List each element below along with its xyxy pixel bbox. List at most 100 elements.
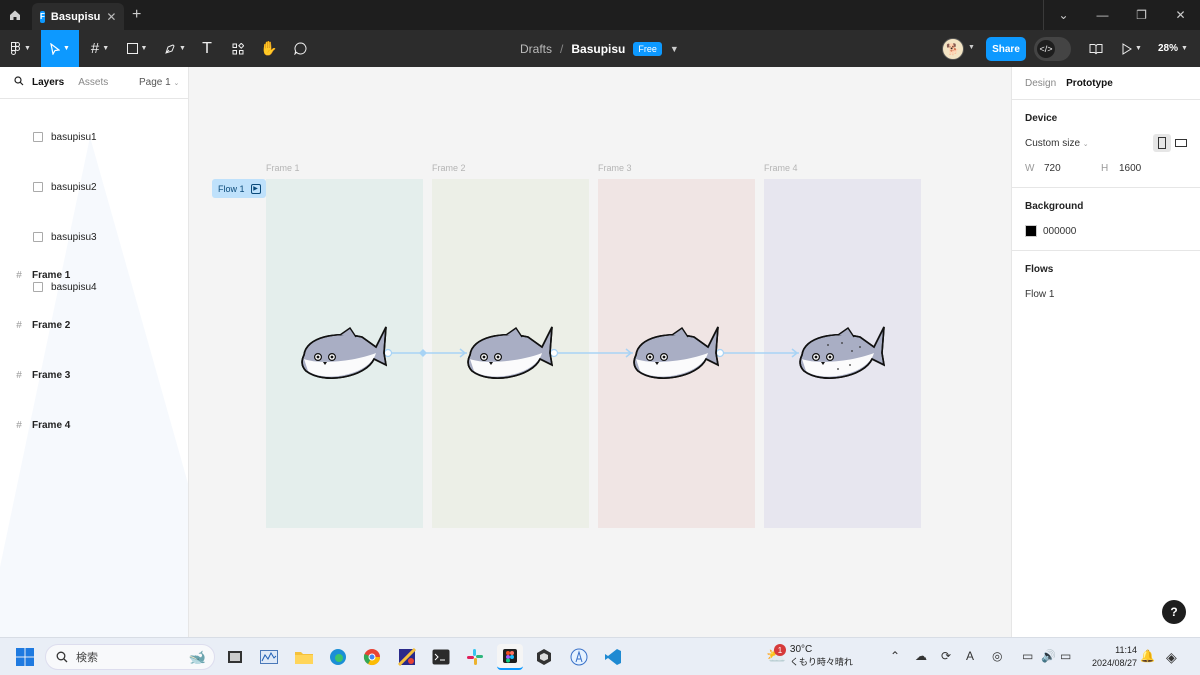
figma-app-icon[interactable] bbox=[497, 644, 523, 670]
status-circle-icon[interactable]: ◎ bbox=[992, 649, 1002, 663]
fish-pupil bbox=[648, 355, 652, 359]
close-tab-icon[interactable]: ✕ bbox=[106, 10, 116, 24]
chevron-down-icon[interactable]: ⌄ bbox=[1044, 0, 1083, 30]
clock-date: 2024/08/27 bbox=[1091, 658, 1137, 668]
portrait-orientation-button[interactable] bbox=[1153, 134, 1171, 152]
present-button[interactable]: ▼ bbox=[1120, 30, 1144, 67]
share-button[interactable]: Share bbox=[986, 37, 1026, 61]
height-field[interactable]: 1600 bbox=[1119, 163, 1141, 174]
unity-icon[interactable] bbox=[531, 644, 557, 670]
page-selector-label: Page 1 bbox=[139, 77, 171, 88]
copilot-icon[interactable]: ◈ bbox=[1166, 649, 1177, 666]
connector-diamond bbox=[419, 349, 427, 357]
layer-item-image[interactable]: basupisu1 bbox=[0, 126, 188, 148]
divider bbox=[1012, 99, 1200, 100]
onedrive-icon[interactable]: ☁ bbox=[915, 649, 927, 663]
move-tool-button[interactable]: ▼ bbox=[41, 30, 79, 67]
comment-tool-button[interactable] bbox=[290, 30, 310, 67]
taskbar-search-placeholder: 検索 bbox=[76, 652, 98, 664]
sync-icon[interactable]: ⟳ bbox=[941, 649, 951, 663]
tab-design[interactable]: Design bbox=[1025, 78, 1056, 89]
chrome-browser-icon[interactable] bbox=[359, 644, 385, 670]
system-clock[interactable]: 11:14 2024/08/27 bbox=[1085, 644, 1137, 670]
connector-start-handle bbox=[549, 348, 559, 358]
shape-tool-button[interactable]: ▼ bbox=[123, 30, 151, 67]
zoom-control[interactable]: 28% ▼ bbox=[1158, 30, 1188, 67]
layer-item-image[interactable]: basupisu4 bbox=[0, 276, 188, 298]
display-icon[interactable]: ▭ bbox=[1022, 649, 1033, 663]
fish-spot bbox=[849, 364, 851, 366]
tab-title: Basupisu bbox=[50, 10, 101, 23]
zoom-level: 28% bbox=[1158, 43, 1179, 54]
cloudy-weather-icon: ⛅ 1 bbox=[766, 644, 786, 665]
image-icon bbox=[33, 232, 43, 242]
tab-prototype[interactable]: Prototype bbox=[1066, 78, 1113, 89]
tab-layers[interactable]: Layers bbox=[32, 77, 64, 88]
taskbar-search[interactable]: 検索 🐋 bbox=[45, 644, 215, 670]
layer-label: basupisu1 bbox=[51, 131, 97, 143]
layer-item-image[interactable]: basupisu3 bbox=[0, 226, 188, 248]
library-button[interactable] bbox=[1086, 30, 1106, 67]
weather-temperature: 30°C bbox=[789, 644, 813, 655]
basupisu-fish-image bbox=[799, 326, 886, 379]
text-tool-button[interactable]: T bbox=[197, 30, 217, 67]
vscode-icon[interactable] bbox=[600, 644, 626, 670]
close-window-icon[interactable]: ✕ bbox=[1161, 0, 1200, 30]
portrait-icon bbox=[1158, 137, 1166, 149]
fish-spot bbox=[827, 344, 829, 346]
design-canvas[interactable]: Flow 1 ▶ Frame 1 Frame 2 Frame 3 Frame 4 bbox=[189, 67, 1011, 637]
avatar-caret-icon[interactable]: ▼ bbox=[968, 44, 975, 51]
main-menu-button[interactable]: ▼ bbox=[8, 30, 34, 67]
monitor-app-icon[interactable] bbox=[256, 644, 282, 670]
resources-tool-button[interactable] bbox=[228, 30, 248, 67]
tab-assets[interactable]: Assets bbox=[78, 77, 108, 88]
width-field[interactable]: 720 bbox=[1044, 163, 1061, 174]
chevron-down-icon: ⌄ bbox=[1082, 141, 1089, 148]
slack-icon[interactable] bbox=[462, 644, 488, 670]
fish-pupil bbox=[316, 355, 320, 359]
basupisu-fish-image bbox=[467, 326, 554, 379]
background-section-title: Background bbox=[1025, 201, 1084, 212]
chevron-down-icon[interactable]: ▼ bbox=[670, 44, 679, 54]
landscape-orientation-button[interactable] bbox=[1172, 134, 1190, 152]
ime-indicator[interactable]: A bbox=[966, 649, 974, 663]
new-tab-icon[interactable]: + bbox=[132, 6, 141, 24]
book-icon bbox=[1089, 43, 1103, 54]
chevron-up-icon[interactable]: ⌃ bbox=[890, 649, 900, 663]
layer-item-image[interactable]: basupisu2 bbox=[0, 176, 188, 198]
volume-icon[interactable]: 🔊 bbox=[1041, 649, 1056, 663]
layer-item-frame[interactable]: # Frame 4 bbox=[0, 251, 157, 600]
hand-tool-button[interactable]: ✋ bbox=[259, 30, 279, 67]
file-explorer-icon[interactable] bbox=[291, 644, 317, 670]
windows-start-icon[interactable] bbox=[12, 644, 38, 670]
task-view-icon[interactable] bbox=[222, 644, 248, 670]
weather-widget[interactable]: ⛅ 1 30°C くもり時々晴れ bbox=[766, 644, 853, 668]
device-select[interactable]: Custom size ⌄ bbox=[1025, 138, 1089, 149]
restore-icon[interactable]: ❐ bbox=[1122, 0, 1161, 30]
battery-icon[interactable]: ▭ bbox=[1060, 649, 1071, 663]
minimize-icon[interactable]: — bbox=[1083, 0, 1122, 30]
frame-tool-button[interactable]: # ▼ bbox=[86, 30, 114, 67]
fish-pupil bbox=[662, 355, 666, 359]
edge-browser-icon[interactable] bbox=[325, 644, 351, 670]
file-name[interactable]: Basupisu bbox=[571, 42, 625, 56]
page-selector[interactable]: Page 1 ⌄ bbox=[139, 77, 179, 88]
home-icon[interactable] bbox=[0, 0, 30, 30]
notification-bell-icon[interactable]: 🔔 bbox=[1140, 649, 1155, 663]
flow-list-item[interactable]: Flow 1 bbox=[1025, 289, 1054, 300]
paint-app-icon[interactable] bbox=[394, 644, 420, 670]
help-button[interactable]: ? bbox=[1162, 600, 1186, 624]
background-hex-field[interactable]: 000000 bbox=[1043, 226, 1076, 237]
search-icon[interactable] bbox=[14, 76, 24, 89]
breadcrumb-drafts[interactable]: Drafts bbox=[520, 42, 552, 56]
pen-tool-button[interactable]: ▼ bbox=[161, 30, 189, 67]
dev-mode-toggle[interactable]: </> bbox=[1034, 37, 1071, 61]
layer-label: Frame 4 bbox=[32, 420, 71, 431]
file-tab[interactable]: F Basupisu ✕ bbox=[32, 3, 124, 30]
android-studio-icon[interactable] bbox=[566, 644, 592, 670]
avatar[interactable]: 🐕 bbox=[942, 38, 964, 60]
terminal-icon[interactable] bbox=[428, 644, 454, 670]
background-color-swatch[interactable] bbox=[1025, 225, 1037, 237]
figma-file-icon: F bbox=[40, 10, 45, 23]
pen-icon bbox=[165, 43, 175, 54]
